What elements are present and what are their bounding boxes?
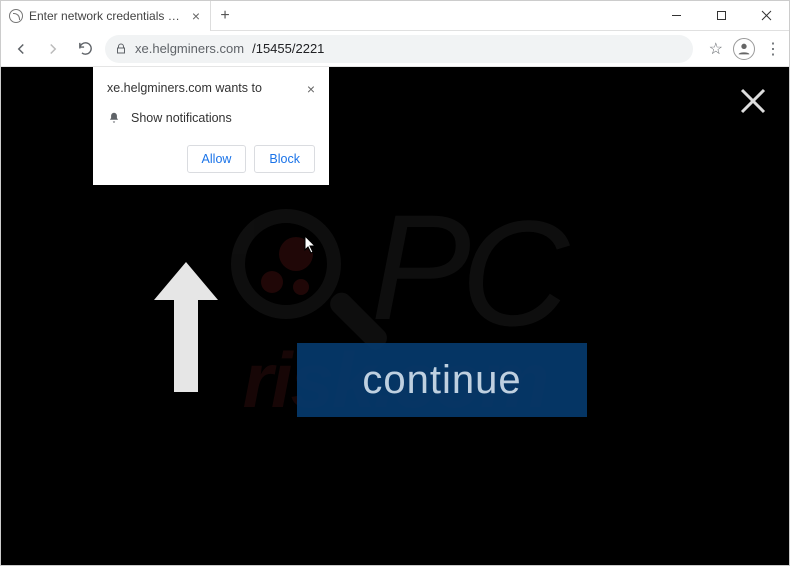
block-button[interactable]: Block: [254, 145, 315, 173]
page-content: PC risk.com continue xe.helgminers.com w…: [1, 67, 789, 565]
url-host: xe.helgminers.com: [135, 41, 244, 56]
lock-icon: [115, 43, 127, 55]
watermark-pc: PC: [371, 206, 559, 341]
allow-button[interactable]: Allow: [187, 145, 247, 173]
cursor-icon: [304, 235, 318, 255]
minimize-button[interactable]: [654, 1, 699, 30]
reload-button[interactable]: [73, 37, 97, 61]
tab-close-button[interactable]: ×: [190, 8, 202, 24]
permission-close-button[interactable]: ×: [307, 81, 315, 97]
menu-button[interactable]: ⋮: [765, 39, 781, 59]
toolbar: xe.helgminers.com/15455/2221 ☆ ⋮: [1, 31, 789, 67]
bookmark-star-icon[interactable]: ☆: [709, 39, 723, 59]
back-button[interactable]: [9, 37, 33, 61]
profile-avatar[interactable]: [733, 38, 755, 60]
new-tab-button[interactable]: +: [211, 1, 239, 30]
toolbar-right: ☆ ⋮: [709, 38, 781, 60]
url-path: /15455/2221: [252, 41, 324, 56]
permission-request-label: Show notifications: [131, 111, 232, 125]
page-close-icon[interactable]: [739, 87, 767, 115]
maximize-button[interactable]: [699, 1, 744, 30]
bell-icon: [107, 111, 121, 125]
window-close-button[interactable]: [744, 1, 789, 30]
notification-permission-dialog: xe.helgminers.com wants to × Show notifi…: [93, 67, 329, 185]
permission-site-label: xe.helgminers.com wants to: [107, 81, 262, 95]
arrow-up-icon: [146, 252, 226, 402]
continue-button[interactable]: continue: [297, 343, 587, 417]
browser-tab[interactable]: Enter network credentials windo ×: [1, 1, 211, 31]
window-controls: [654, 1, 789, 30]
tab-title: Enter network credentials windo: [29, 9, 184, 23]
address-bar[interactable]: xe.helgminers.com/15455/2221: [105, 35, 693, 63]
magnifier-icon: [231, 209, 361, 339]
globe-icon: [9, 9, 23, 23]
forward-button[interactable]: [41, 37, 65, 61]
titlebar: Enter network credentials windo × +: [1, 1, 789, 31]
browser-window: Enter network credentials windo × +: [0, 0, 790, 566]
